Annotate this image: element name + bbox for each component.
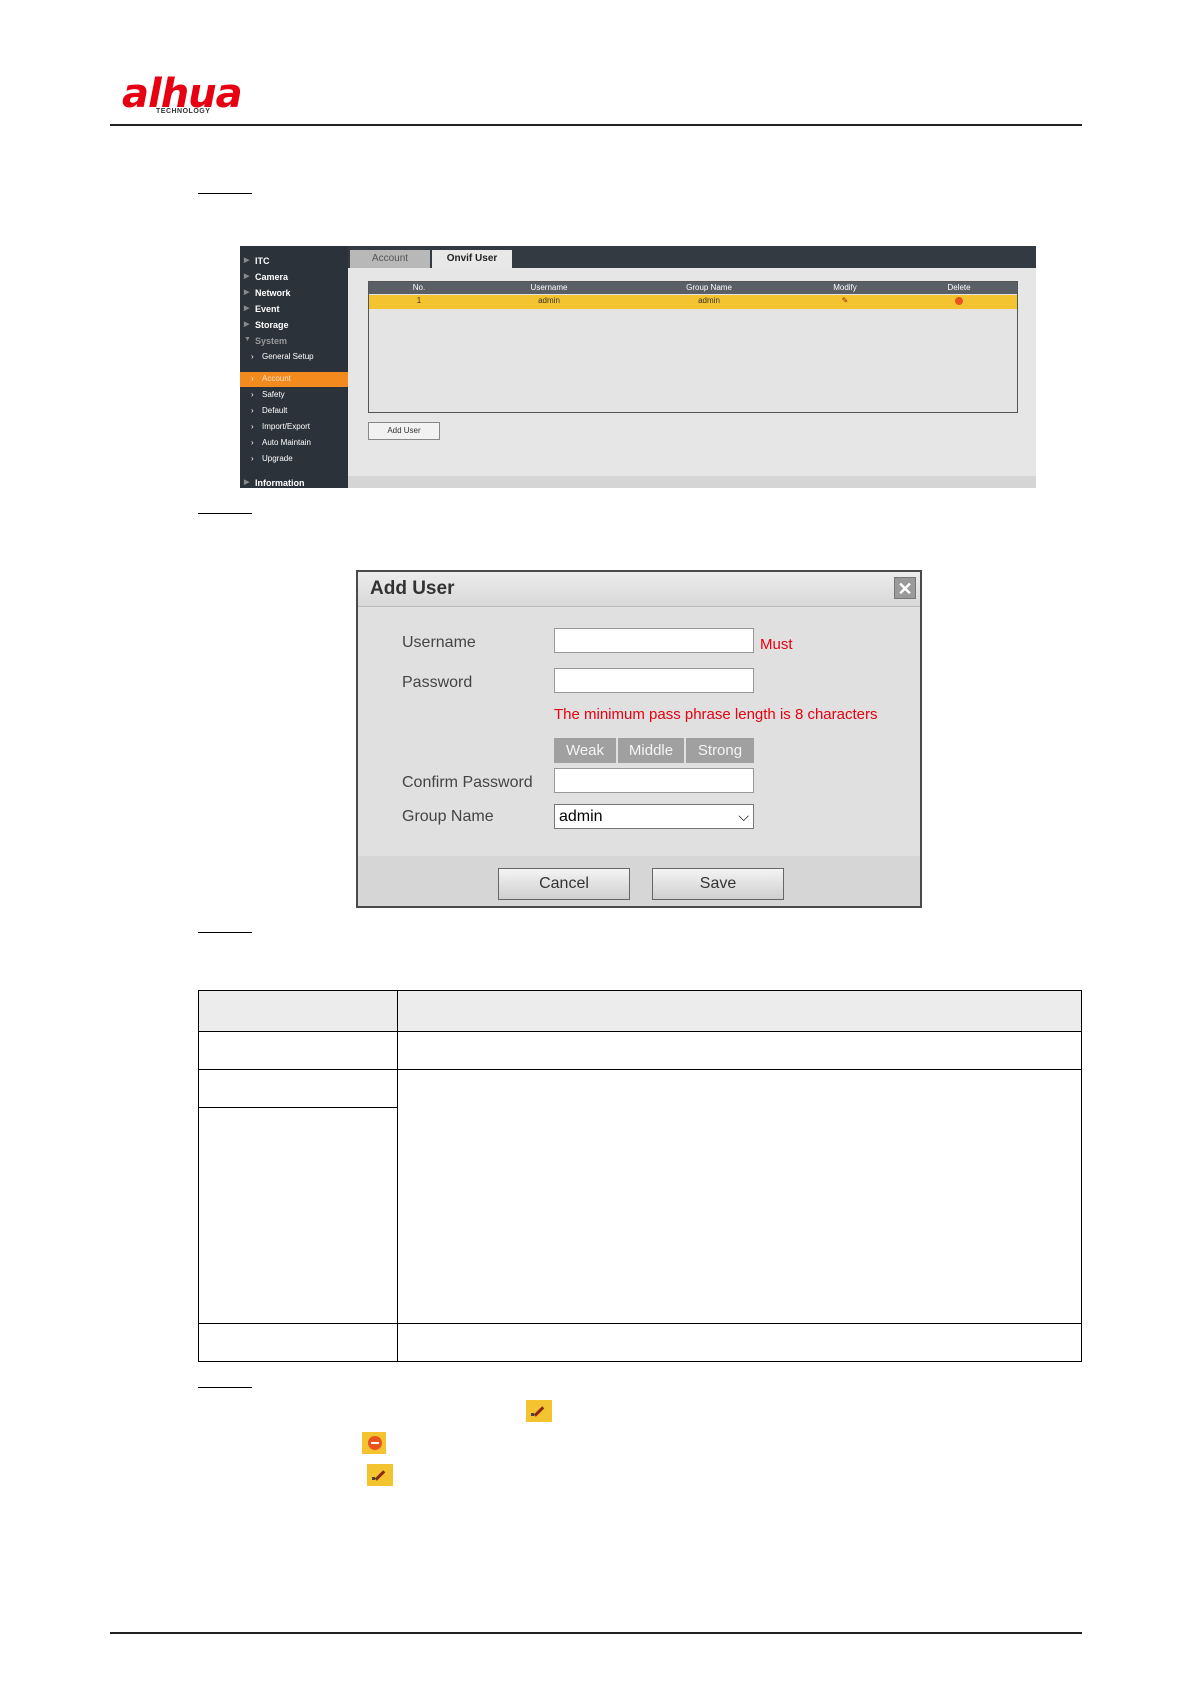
onvif-user-screenshot: ▶ ITC ▶ Camera ▶ Network ▶ Event ▶ Storage ▼ S… [240, 246, 1036, 488]
table-border-bottom [198, 1361, 1082, 1362]
group-name-label: Group Name [402, 808, 494, 825]
strength-strong: Strong [686, 738, 754, 763]
password-label: Password [402, 674, 473, 691]
table-border-right [1081, 990, 1082, 1362]
step-marker-4 [198, 1387, 252, 1388]
sidebar: ▶ ITC ▶ Camera ▶ Network ▶ Event ▶ Storage ▼ S… [240, 246, 348, 488]
group-name-select[interactable]: admin ⌵ [554, 804, 754, 829]
table-rule [198, 1069, 1082, 1070]
group-name-value: admin [559, 808, 603, 825]
username-input[interactable] [554, 628, 754, 653]
dialog-titlebar: Add User ✕ [358, 572, 920, 607]
table-border-top [198, 990, 1082, 991]
dahua-logo: alhua TECHNOLOGY [122, 70, 262, 118]
table-border-left [198, 990, 199, 1362]
strength-weak: Weak [554, 738, 616, 763]
step-marker-1 [198, 193, 252, 194]
header-divider [110, 124, 1082, 126]
modify-pencil-icon [526, 1400, 552, 1422]
row-no: 1 [416, 296, 422, 305]
tab-account[interactable]: Account [350, 250, 430, 268]
row-username: admin [538, 296, 560, 305]
table-row[interactable]: 1 admin admin ✎ [369, 295, 1017, 309]
tab-onvif-user[interactable]: Onvif User [432, 250, 512, 268]
chevron-down-icon: ⌵ [738, 808, 749, 824]
row-group: admin [698, 296, 720, 305]
confirm-password-label: Confirm Password [402, 774, 533, 791]
delete-icon [362, 1432, 386, 1454]
logo-subtext: TECHNOLOGY [156, 108, 211, 115]
modify-pencil-icon [367, 1464, 393, 1486]
table-header-row [198, 990, 1082, 1031]
delete-icon[interactable] [955, 297, 963, 305]
col-no: No. [412, 283, 426, 292]
onvif-user-table: No. Username Group Name Modify Delete 1 … [368, 281, 1018, 413]
col-username: Username [530, 283, 568, 292]
step-marker-2 [198, 513, 252, 514]
submenu-account-active[interactable] [240, 372, 348, 387]
add-user-button[interactable]: Add User [368, 422, 440, 440]
table-rule [198, 1323, 1082, 1324]
col-modify: Modify [833, 283, 857, 292]
save-button[interactable]: Save [652, 868, 784, 900]
col-group-name: Group Name [686, 283, 732, 292]
dialog-title: Add User [370, 578, 455, 599]
close-icon[interactable]: ✕ [894, 577, 916, 599]
cancel-button[interactable]: Cancel [498, 868, 630, 900]
confirm-password-input[interactable] [554, 768, 754, 793]
pencil-icon[interactable]: ✎ [842, 296, 849, 305]
step-marker-3 [198, 932, 252, 933]
col-delete: Delete [947, 283, 971, 292]
footer-divider [110, 1632, 1082, 1634]
table-rule [198, 1031, 1082, 1032]
username-label: Username [402, 634, 476, 651]
parameter-table [198, 990, 1082, 1362]
table-header: No. Username Group Name Modify Delete [369, 282, 1017, 294]
table-column-divider [397, 990, 398, 1362]
table-rule [198, 1107, 397, 1108]
password-input[interactable] [554, 668, 754, 693]
must-indicator: Must [760, 636, 793, 653]
strength-middle: Middle [618, 738, 684, 763]
password-hint: The minimum pass phrase length is 8 char… [554, 706, 878, 723]
dialog-footer: Cancel Save [358, 856, 920, 906]
add-user-dialog: Add User ✕ Username Must Password The mi… [356, 570, 922, 908]
